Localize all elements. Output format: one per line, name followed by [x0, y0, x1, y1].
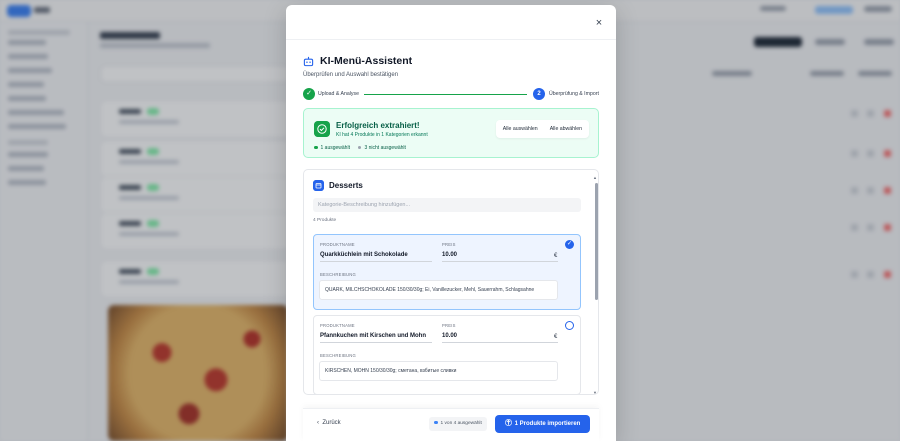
close-button[interactable]: × [592, 16, 606, 30]
selection-count-text: 1 von 4 ausgewählt [440, 421, 482, 426]
robot-icon [303, 56, 314, 66]
product-name-input[interactable]: Quarkküchlein mit Schokolade [320, 252, 408, 258]
category-panel: Desserts Kategorie-Beschreibung hinzufüg… [303, 169, 599, 395]
extraction-success-card: Erfolgreich extrahiert! KI hat 4 Produkt… [303, 108, 599, 158]
unselected-stat: 3 nicht ausgewählt [357, 145, 406, 151]
bulk-select-group: Alle auswählen Alle abwählen [495, 120, 589, 138]
deselect-all-button[interactable]: Alle abwählen [546, 123, 586, 135]
category-box-icon [313, 180, 324, 191]
back-button-label: Zurück [322, 420, 341, 426]
price-underline [442, 342, 558, 343]
stepper-progress-line [364, 93, 527, 95]
product-name-label: PRODUKTNAME [320, 323, 355, 328]
modal-footer: ‹ Zurück 1 von 4 ausgewählt 1 Produkte i… [303, 408, 599, 441]
step-review-label: Überprüfung & Import [549, 91, 599, 97]
selected-check-icon[interactable]: ✓ [565, 240, 574, 249]
header-divider [286, 39, 616, 40]
upload-icon [504, 419, 512, 426]
price-input[interactable]: 10.00 [442, 252, 457, 258]
chevron-left-icon: ‹ [317, 420, 319, 426]
scroll-thumb[interactable] [594, 183, 598, 300]
selection-dot-icon [434, 420, 438, 425]
back-button[interactable]: ‹ Zurück [317, 420, 341, 426]
success-title: Erfolgreich extrahiert! [336, 121, 420, 130]
import-products-button[interactable]: 1 Produkte importieren [495, 415, 590, 433]
product-card[interactable]: PRODUKTNAME PREIS Quarkküchlein mit Scho… [313, 234, 581, 310]
product-card[interactable]: PRODUKTNAME PREIS Pfannkuchen mit Kirsch… [313, 315, 581, 394]
category-header: Desserts [313, 180, 363, 191]
name-underline [320, 261, 432, 262]
success-subtitle: KI hat 4 Produkte in 1 Kategorien erkann… [336, 132, 428, 138]
ai-menu-assistant-modal: × KI-Menü-Assistent Überprüfen und Auswa… [286, 5, 616, 441]
selection-count-badge: 1 von 4 ausgewählt [429, 417, 487, 431]
description-label: BESCHREIBUNG [320, 353, 356, 358]
product-name-label: PRODUKTNAME [320, 242, 355, 247]
currency-symbol: € [554, 334, 558, 340]
currency-symbol: € [554, 253, 558, 259]
selection-stats: 1 ausgewählt 3 nicht ausgewählt [314, 145, 406, 151]
import-button-label: 1 Produkte importieren [514, 421, 581, 427]
description-input[interactable]: QUARK, MILCHSCHOKOLADE 150/30/30g; Ei, V… [319, 280, 558, 300]
panel-scrollbar[interactable]: ▲ ▼ [593, 175, 599, 395]
check-icon: ✓ [303, 88, 315, 100]
selected-stat: 1 ausgewählt [314, 145, 350, 151]
unselected-dot-icon [357, 145, 362, 150]
scroll-down-arrow-icon[interactable]: ▼ [593, 390, 597, 395]
price-label: PREIS [442, 242, 456, 247]
success-check-icon [314, 121, 330, 137]
unselected-stat-text: 3 nicht ausgewählt [364, 145, 406, 151]
step-review-number: 2 [533, 88, 545, 100]
price-underline [442, 261, 558, 262]
description-label: BESCHREIBUNG [320, 272, 356, 277]
modal-header: KI-Menü-Assistent [303, 55, 412, 67]
unselected-circle-icon[interactable] [565, 321, 574, 330]
price-input[interactable]: 10.00 [442, 333, 457, 339]
step-upload-label: Upload & Analyse [318, 91, 359, 97]
scroll-up-arrow-icon[interactable]: ▲ [593, 175, 597, 180]
selected-stat-text: 1 ausgewählt [320, 145, 350, 151]
description-input[interactable]: KIRSCHEN, MOHN 150/30/30g; сметана, взби… [319, 361, 558, 381]
modal-subtitle: Überprüfen und Auswahl bestätigen [303, 72, 399, 78]
product-count: 4 Produkte [313, 218, 337, 223]
selected-dot-icon [314, 145, 318, 150]
name-underline [320, 342, 432, 343]
category-title: Desserts [329, 181, 363, 190]
modal-title: KI-Menü-Assistent [320, 55, 413, 67]
category-description-input[interactable]: Kategorie-Beschreibung hinzufügen... [313, 198, 581, 212]
product-name-input[interactable]: Pfannkuchen mit Kirschen und Mohn [320, 333, 426, 339]
price-label: PREIS [442, 323, 456, 328]
select-all-button[interactable]: Alle auswählen [499, 123, 542, 135]
